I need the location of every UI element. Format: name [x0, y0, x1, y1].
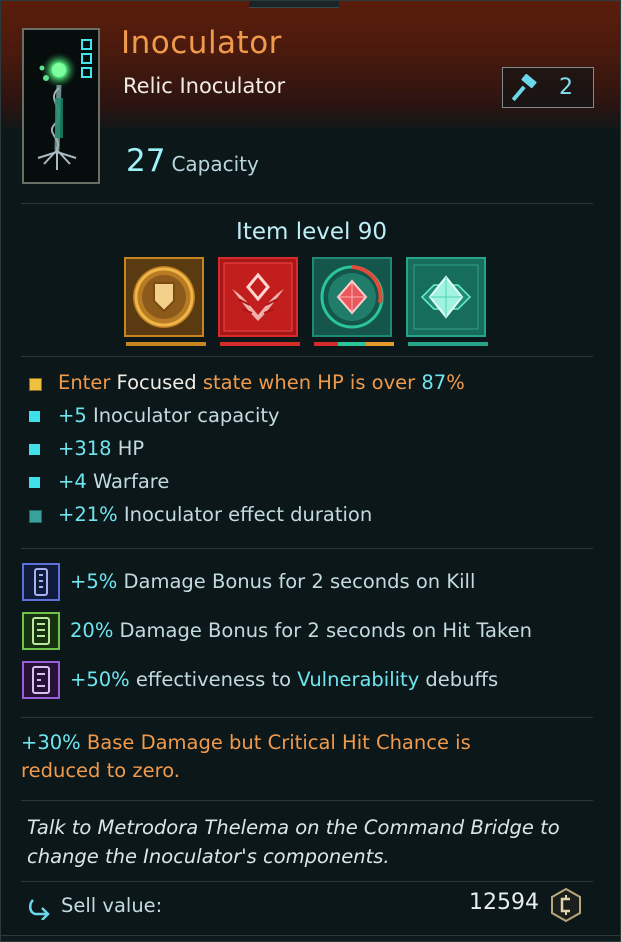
tooltip-top-tab — [249, 1, 339, 8]
socket-underline — [126, 342, 206, 346]
bullet-icon — [29, 477, 40, 488]
divider — [21, 548, 593, 549]
divider — [21, 800, 593, 801]
item-portrait — [22, 28, 100, 184]
blue-chip-icon — [22, 563, 60, 601]
bullet-icon — [29, 378, 42, 391]
tier-value: 2 — [559, 75, 573, 100]
trait-hit-taken-bonus: 20% Damage Bonus for 2 seconds on Hit Ta… — [22, 612, 602, 650]
item-level: Item level 90 — [236, 219, 387, 245]
socket-underline — [220, 342, 300, 346]
flavor-text: Talk to Metrodora Thelema on the Command… — [27, 816, 560, 868]
bullet-icon — [29, 510, 42, 523]
item-type: Relic Inoculator — [123, 74, 286, 98]
sell-arrow-icon — [29, 899, 50, 920]
stat-text: Enter Focused state when HP is over 87% — [58, 371, 465, 394]
stat-text: +4 Warfare — [58, 470, 170, 493]
trait-text: +5% Damage Bonus for 2 seconds on Kill — [70, 570, 476, 593]
bullet-icon — [29, 444, 40, 455]
stat-text: +21% Inoculator effect duration — [58, 503, 373, 526]
hammer-icon — [511, 74, 537, 102]
green-gem-component-socket[interactable] — [406, 257, 488, 346]
trait-kill-bonus: +5% Damage Bonus for 2 seconds on Kill — [22, 563, 602, 601]
winged-emblem-icon — [220, 259, 296, 335]
trait-text: +50% effectiveness to Vulnerability debu… — [70, 668, 499, 691]
divider — [21, 881, 593, 882]
stat-text: +318 HP — [58, 437, 145, 460]
divider — [21, 356, 593, 357]
bullet-icon — [29, 411, 40, 422]
socket-underline — [314, 342, 394, 346]
green-chip-icon — [22, 612, 60, 650]
winged-emblem-component-socket[interactable] — [218, 257, 300, 346]
sell-value: 12594 — [469, 890, 539, 915]
shield-component-socket[interactable] — [124, 257, 206, 346]
capacity: 27 Capacity — [126, 143, 259, 179]
tier-badge: 2 — [502, 67, 594, 108]
bottom-strip — [1, 935, 620, 941]
trait-text: 20% Damage Bonus for 2 seconds on Hit Ta… — [70, 619, 532, 642]
socket-underline — [408, 342, 488, 346]
special-effect: +30% Base Damage but Critical Hit Chance… — [21, 731, 471, 782]
divider — [21, 717, 593, 718]
shield-icon — [126, 259, 202, 335]
divider — [21, 203, 593, 204]
red-gem-icon — [314, 259, 390, 335]
capacity-value: 27 — [126, 143, 166, 179]
stat-text: +5 Inoculator capacity — [58, 404, 280, 427]
item-tooltip: Inoculator Relic Inoculator 2 27 Capacity… — [0, 0, 621, 942]
red-gem-component-socket[interactable] — [312, 257, 394, 346]
purple-chip-icon — [22, 661, 60, 699]
trait-vulnerability: +50% effectiveness to Vulnerability debu… — [22, 661, 602, 699]
credits-icon — [551, 887, 581, 923]
inoculator-icon — [24, 30, 98, 182]
green-gem-icon — [408, 259, 484, 335]
sell-label: Sell value: — [61, 894, 163, 917]
item-name: Inoculator — [121, 25, 282, 61]
capacity-label: Capacity — [171, 152, 259, 176]
